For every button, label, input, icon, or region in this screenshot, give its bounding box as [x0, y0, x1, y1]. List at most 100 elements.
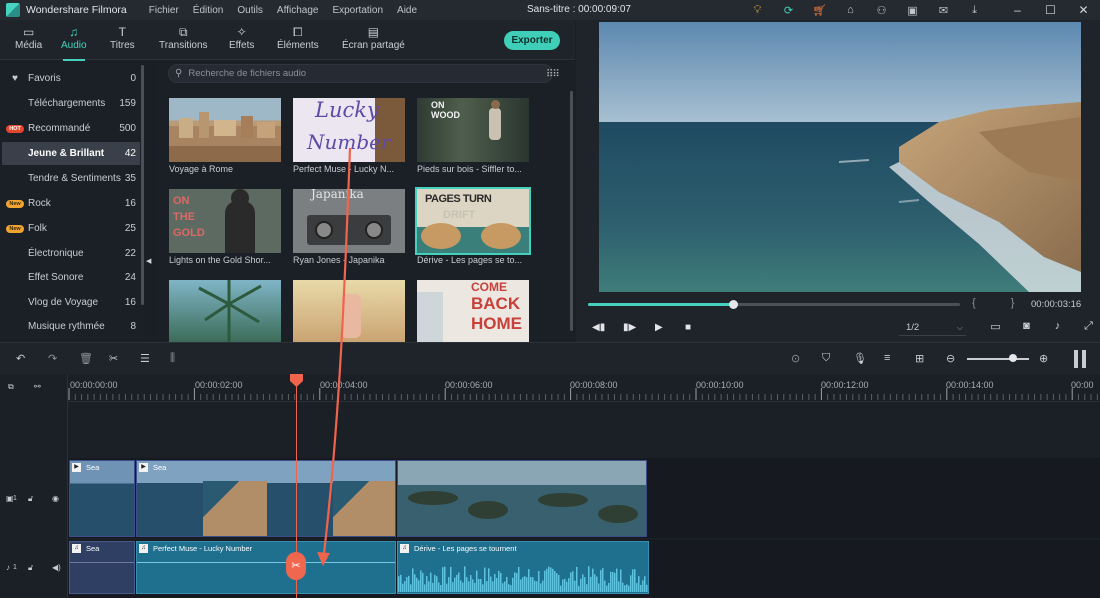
link-icon[interactable]: ⚯	[34, 382, 41, 391]
lightbulb-icon[interactable]: 💡︎	[742, 4, 773, 17]
camera-icon[interactable]: ◙	[1011, 320, 1042, 333]
playhead-handle[interactable]	[290, 374, 303, 387]
video-clip-islands[interactable]	[397, 460, 647, 537]
pause-icon[interactable]	[1074, 350, 1086, 368]
tab-label: Écran partagé	[342, 40, 405, 51]
audio-thumb-pages[interactable]: PAGES TURN DRIFT	[415, 187, 531, 255]
zoom-out-icon[interactable]: ⊖	[946, 352, 955, 365]
tab-label: Effets	[229, 40, 255, 51]
timeline-ruler[interactable]: 00:00:00:00 00:00:02:00 00:00:04:00 00:0…	[68, 374, 1100, 402]
gift-icon[interactable]: ⌂	[835, 4, 866, 16]
sidebar-item-downloads[interactable]: Téléchargements 159	[2, 92, 140, 115]
menu-help[interactable]: Aide	[397, 5, 417, 16]
ruler-tick-label: 00:00:02:00	[195, 380, 243, 390]
sidebar-item-travel-vlog[interactable]: Vlog de Voyage 16	[2, 291, 140, 314]
sidebar-item-rock[interactable]: New Rock 16	[2, 192, 140, 215]
menu-view[interactable]: Affichage	[277, 5, 319, 16]
silhouette-head	[231, 189, 249, 207]
fullscreen-icon[interactable]: ⤢	[1073, 320, 1100, 333]
monitor-icon[interactable]: ▭	[980, 320, 1011, 333]
audio-thumb-home[interactable]: COME BACK HOME	[417, 280, 529, 342]
mail-icon[interactable]: ✉	[928, 4, 959, 17]
export-button[interactable]: Exporter	[504, 31, 560, 50]
preview-seek-bar[interactable]	[588, 300, 960, 309]
audio-lock-icon[interactable]: 🔓︎	[28, 563, 33, 573]
audio-mute-icon[interactable]: ◀)	[52, 563, 61, 572]
sidebar-item-recommended[interactable]: HOT Recommandé 500	[2, 117, 140, 140]
volume-icon[interactable]: ♪	[1042, 320, 1073, 333]
add-track-icon[interactable]: ⧉	[8, 382, 14, 392]
audio-thumb-person[interactable]	[293, 280, 405, 342]
undo-icon[interactable]: ↶	[16, 352, 25, 365]
seek-handle[interactable]	[729, 300, 739, 309]
redo-icon[interactable]: ↷	[48, 352, 57, 365]
sidebar-item-rhythmic[interactable]: Musique rythmée 8	[2, 315, 140, 338]
video-clip[interactable]: ▶ Sea	[69, 460, 135, 537]
sidebar-item-electronic[interactable]: Électronique 22	[2, 242, 140, 265]
audio-thumb-gold[interactable]: ON THE GOLD	[169, 189, 281, 253]
tab-media[interactable]: ▭ Média	[15, 25, 42, 51]
frame-step-icon[interactable]: ▮▶	[623, 322, 636, 333]
split-scissors-icon[interactable]: ✂	[286, 552, 306, 580]
tab-transitions[interactable]: ⧉ Transitions	[159, 25, 208, 51]
audio-mixer-icon[interactable]: ≡	[884, 352, 890, 364]
stop-icon[interactable]: ■	[685, 322, 691, 333]
grid-view-icon[interactable]: ⠿⠿	[546, 69, 560, 80]
cart-icon[interactable]: 🛒︎	[804, 4, 835, 17]
menu-export[interactable]: Exportation	[332, 5, 383, 16]
microphone-icon[interactable]: 🎙︎	[853, 352, 867, 365]
zoom-slider[interactable]	[967, 358, 1029, 360]
sidebar-item-sound-effect[interactable]: Effet Sonore 24	[2, 266, 140, 289]
preview-ratio-select[interactable]: 1/2 ⌵	[899, 319, 966, 336]
video-lock-icon[interactable]: 🔓︎	[28, 494, 33, 504]
audio-thumb-rome[interactable]	[169, 98, 281, 162]
tab-split-screen[interactable]: ▤ Écran partagé	[342, 25, 405, 51]
marker-icon[interactable]: ⛉	[822, 352, 830, 365]
tab-titles[interactable]: T Titres	[110, 25, 135, 51]
search-input[interactable]	[188, 68, 529, 79]
sidebar-item-folk[interactable]: New Folk 25	[2, 217, 140, 240]
menu-edit[interactable]: Édition	[193, 5, 224, 16]
delete-icon[interactable]: 🗑︎	[79, 352, 93, 365]
bowl-right	[481, 223, 521, 249]
download-icon[interactable]: ⤓	[959, 4, 990, 17]
mark-in-out[interactable]: { }	[972, 297, 1030, 309]
audio-thumb-lucky-number[interactable]: Lucky Number	[293, 98, 405, 162]
maximize-icon[interactable]: ☐	[1034, 3, 1067, 17]
video-clip[interactable]: ▶ Sea	[136, 460, 396, 537]
sync-icon[interactable]: ⟳	[773, 4, 804, 17]
sidebar-item-count: 159	[119, 98, 136, 109]
render-icon[interactable]: ⊙	[791, 352, 800, 365]
library-scrollbar[interactable]	[570, 91, 573, 331]
audio-wave-icon[interactable]: ⫼	[170, 352, 175, 365]
menu-file[interactable]: Fichier	[149, 5, 179, 16]
sidebar-item-favorites[interactable]: ♥ Favoris 0	[2, 67, 140, 90]
adjust-icon[interactable]: ☰	[140, 352, 150, 365]
zoom-slider-handle[interactable]	[1009, 354, 1017, 362]
menu-tools[interactable]: Outils	[237, 5, 263, 16]
tab-effects[interactable]: ✧ Effets	[229, 25, 254, 51]
scissors-icon[interactable]: ✂	[109, 352, 118, 365]
account-icon[interactable]: ⚇	[866, 4, 897, 17]
audio-clip[interactable]: ♫ Sea	[69, 541, 135, 594]
audio-thumb-palm[interactable]	[169, 280, 281, 342]
skip-back-icon[interactable]: ◀▮	[592, 322, 605, 333]
sidebar-item-label: Vlog de Voyage	[28, 297, 99, 308]
tab-audio[interactable]: ♫ Audio	[61, 25, 87, 61]
audio-thumb-japanika[interactable]: Japanika	[293, 189, 405, 253]
audio-clip-waveform[interactable]: ♫ Dérive - Les pages se tournent	[397, 541, 649, 594]
video-visibility-icon[interactable]: ◉	[52, 494, 59, 503]
audio-thumb-wood[interactable]: ON WOOD	[417, 98, 529, 162]
sidebar-item-tender[interactable]: Tendre & Sentiments 35	[2, 167, 140, 190]
save-icon[interactable]: ▣	[897, 4, 928, 17]
close-icon[interactable]: ✕	[1067, 3, 1100, 17]
sidebar-scrollbar[interactable]	[141, 65, 144, 305]
collapse-sidebar-icon[interactable]: ◀	[146, 257, 151, 265]
zoom-in-icon[interactable]: ⊕	[1039, 352, 1048, 365]
snap-icon[interactable]: ⊞	[915, 352, 924, 365]
minimize-icon[interactable]: –	[1001, 3, 1034, 17]
sidebar-item-young-bright[interactable]: Jeune & Brillant 42	[2, 142, 140, 165]
play-icon[interactable]: ▶	[655, 322, 663, 333]
tab-elements[interactable]: ⧠ Éléments	[277, 25, 319, 51]
audio-clip[interactable]: ♫ Perfect Muse - Lucky Number	[136, 541, 396, 594]
